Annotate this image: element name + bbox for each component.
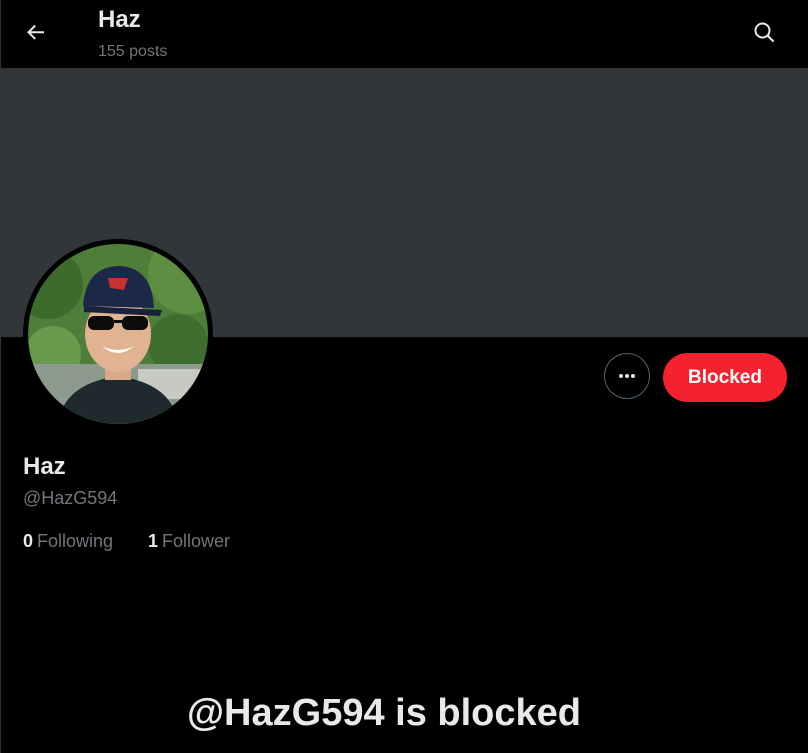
profile-page: Haz 155 posts Blocked Haz @HazG594 0 Fol…	[0, 0, 808, 753]
blocked-notice-heading: @HazG594 is blocked	[187, 692, 581, 734]
blocked-button[interactable]: Blocked	[663, 353, 787, 402]
posts-count: 155 posts	[98, 43, 168, 60]
followers-link[interactable]: 1 Follower	[148, 530, 230, 552]
display-name: Haz	[23, 453, 66, 480]
following-count: 0	[23, 531, 34, 551]
avatar-photo	[28, 244, 208, 424]
more-options-button[interactable]	[604, 353, 650, 399]
following-label: Following	[37, 531, 114, 551]
profile-header: Haz 155 posts	[0, 0, 808, 68]
more-horizontal-icon	[619, 374, 635, 378]
avatar[interactable]	[23, 239, 213, 429]
search-button[interactable]	[746, 14, 782, 50]
followers-count: 1	[148, 531, 159, 551]
back-button[interactable]	[18, 14, 54, 50]
search-icon	[754, 22, 775, 43]
user-handle: @HazG594	[23, 488, 118, 508]
following-link[interactable]: 0 Following	[23, 530, 113, 552]
page-title: Haz	[98, 6, 141, 33]
arrow-left-icon	[27, 24, 44, 40]
followers-label: Follower	[162, 531, 231, 551]
